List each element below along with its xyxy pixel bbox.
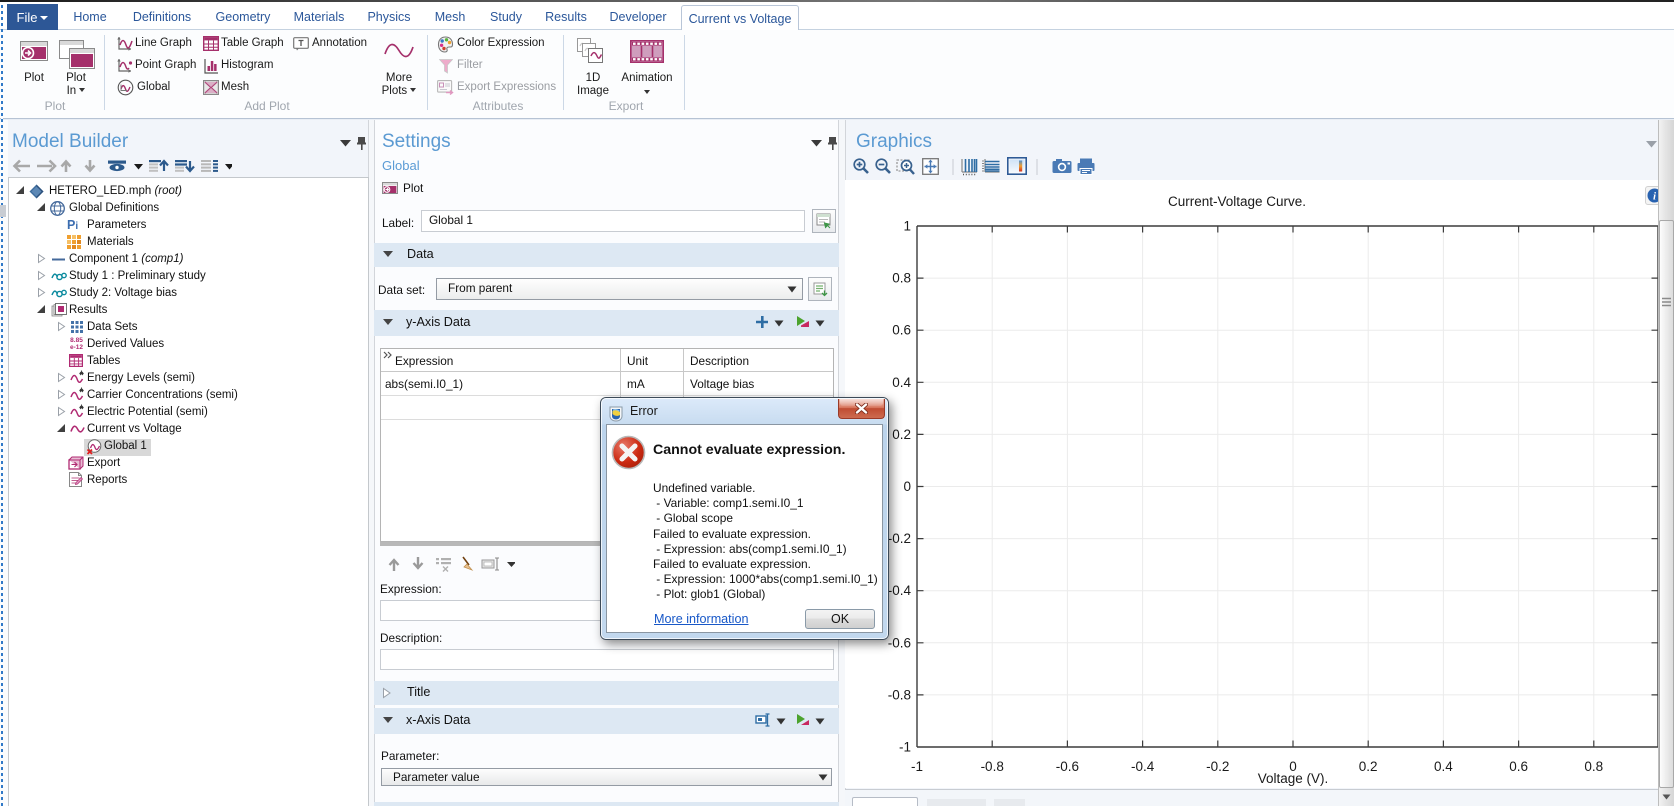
svg-text:-1: -1 xyxy=(899,740,911,755)
svg-text:0.2: 0.2 xyxy=(892,427,911,442)
svg-text:-0.4: -0.4 xyxy=(1131,759,1155,774)
svg-text:-0.8: -0.8 xyxy=(888,687,911,702)
svg-text:0.8: 0.8 xyxy=(1584,759,1603,774)
svg-text:0.4: 0.4 xyxy=(1434,759,1453,774)
svg-text:Voltage (V).: Voltage (V). xyxy=(1258,771,1329,786)
svg-text:-0.2: -0.2 xyxy=(1206,759,1229,774)
svg-text:0: 0 xyxy=(903,479,911,494)
svg-text:Current-Voltage Curve.: Current-Voltage Curve. xyxy=(1168,194,1306,209)
svg-text:0.8: 0.8 xyxy=(892,271,911,286)
svg-text:-0.4: -0.4 xyxy=(888,583,912,598)
svg-text:0.6: 0.6 xyxy=(1509,759,1528,774)
svg-text:-0.2: -0.2 xyxy=(888,531,911,546)
svg-text:-0.6: -0.6 xyxy=(1056,759,1079,774)
svg-text:0.2: 0.2 xyxy=(1359,759,1378,774)
svg-text:-0.8: -0.8 xyxy=(981,759,1004,774)
svg-text:1: 1 xyxy=(903,219,911,234)
svg-text:-0.6: -0.6 xyxy=(888,635,911,650)
svg-text:0.4: 0.4 xyxy=(892,375,911,390)
svg-text:0.6: 0.6 xyxy=(892,323,911,338)
svg-text:-1: -1 xyxy=(911,759,923,774)
